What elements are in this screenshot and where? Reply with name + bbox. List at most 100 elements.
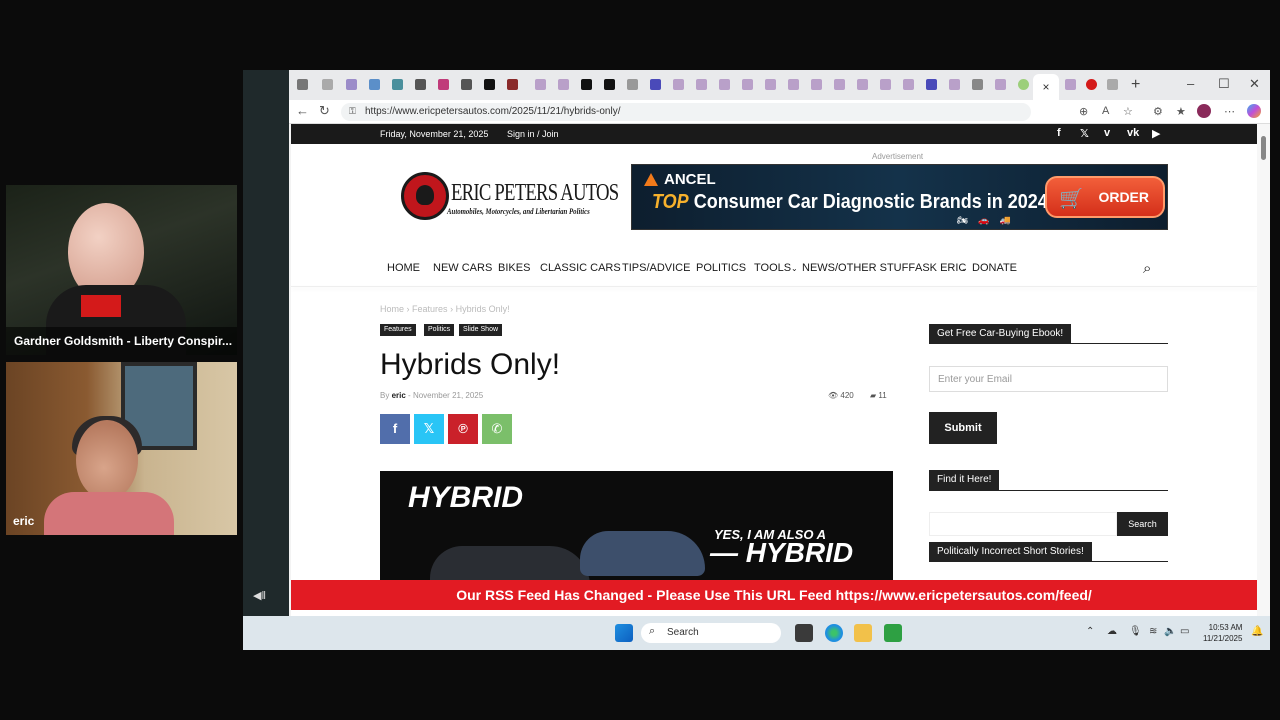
- zoom-icon[interactable]: ⊕: [1079, 105, 1088, 118]
- profile-avatar[interactable]: [1197, 104, 1211, 118]
- pinterest-share-button[interactable]: ℗: [448, 414, 478, 444]
- sign-in-link[interactable]: Sign in / Join: [507, 129, 559, 139]
- chevron-down-icon[interactable]: ⌄: [961, 264, 968, 273]
- close-window-icon[interactable]: ✕: [1249, 76, 1260, 92]
- task-view-icon[interactable]: [795, 624, 813, 642]
- facebook-share-button[interactable]: f: [380, 414, 410, 444]
- file-explorer-icon[interactable]: [854, 624, 872, 642]
- nav-tips-advice[interactable]: TIPS/ADVICE: [622, 262, 690, 274]
- category-tag-slide-show[interactable]: Slide Show: [459, 324, 503, 336]
- tab-icon[interactable]: [972, 79, 983, 90]
- rss-notice-banner[interactable]: Our RSS Feed Has Changed - Please Use Th…: [291, 580, 1257, 610]
- tab-icon[interactable]: [415, 79, 426, 90]
- maximize-icon[interactable]: ☐: [1218, 76, 1230, 92]
- x-tab-icon[interactable]: [581, 79, 592, 90]
- volume-icon[interactable]: 🔈: [1164, 626, 1176, 637]
- tab-icon[interactable]: [650, 79, 661, 90]
- author-link[interactable]: eric: [392, 391, 406, 400]
- tab-icon[interactable]: [811, 79, 822, 90]
- tab-icon[interactable]: [765, 79, 776, 90]
- vk-icon[interactable]: vk: [1127, 127, 1139, 139]
- tab-icon[interactable]: [903, 79, 914, 90]
- nav-donate[interactable]: DONATE: [972, 262, 1017, 274]
- tab-icon[interactable]: [558, 79, 569, 90]
- nav-news-other[interactable]: NEWS/OTHER STUFF: [802, 262, 915, 274]
- tab-icon[interactable]: [461, 79, 472, 90]
- windows-start-icon[interactable]: [615, 624, 633, 642]
- x-share-button[interactable]: 𝕏: [414, 414, 444, 444]
- nav-politics[interactable]: POLITICS: [696, 262, 746, 274]
- tab-icon[interactable]: [369, 79, 380, 90]
- whatsapp-share-button[interactable]: ✆: [482, 414, 512, 444]
- taskbar-search[interactable]: ⌕ Search: [641, 623, 781, 643]
- tab-icon[interactable]: [995, 79, 1006, 90]
- category-tag-features[interactable]: Features: [380, 324, 416, 336]
- battery-icon[interactable]: ▭: [1180, 626, 1189, 637]
- tab-icon[interactable]: [535, 79, 546, 90]
- vimeo-icon[interactable]: v: [1104, 127, 1110, 139]
- video-tile-gardner[interactable]: Gardner Goldsmith - Liberty Conspir...: [6, 185, 237, 355]
- copilot-icon[interactable]: [1247, 104, 1261, 118]
- favorite-icon[interactable]: ☆: [1123, 105, 1133, 118]
- video-tile-eric[interactable]: eric: [6, 362, 237, 535]
- ad-banner[interactable]: ANCEL TOP Consumer Car Diagnostic Brands…: [631, 164, 1168, 230]
- tab-icon[interactable]: [322, 79, 333, 90]
- record-tab-icon[interactable]: [1086, 79, 1097, 90]
- category-tag-politics[interactable]: Politics: [424, 324, 455, 336]
- ad-order-button[interactable]: 🛒 ORDER: [1045, 176, 1165, 218]
- nav-classic-cars[interactable]: CLASSIC CARS: [540, 262, 621, 274]
- notifications-icon[interactable]: 🔔: [1251, 626, 1263, 637]
- breadcrumb-features[interactable]: Features: [412, 304, 448, 314]
- extensions-icon[interactable]: ⚙: [1153, 105, 1163, 118]
- nav-tools[interactable]: TOOLS: [754, 262, 791, 274]
- sidebar-search-input[interactable]: [929, 512, 1117, 536]
- tab-icon[interactable]: [719, 79, 730, 90]
- comments-count[interactable]: 11: [878, 391, 886, 400]
- more-icon[interactable]: ⋯: [1224, 105, 1235, 118]
- url-field[interactable]: ⚿ https://www.ericpetersautos.com/2025/1…: [341, 103, 1031, 121]
- tab-icon[interactable]: [1018, 79, 1029, 90]
- new-tab-icon[interactable]: +: [1131, 76, 1140, 94]
- x-tab-icon[interactable]: [627, 79, 638, 90]
- active-tab-close-icon[interactable]: ×: [1033, 74, 1059, 100]
- tab-icon[interactable]: [788, 79, 799, 90]
- tab-icon[interactable]: [507, 79, 518, 90]
- back-icon[interactable]: ←: [296, 103, 309, 118]
- nav-home[interactable]: HOME: [387, 262, 420, 274]
- x-tab-icon[interactable]: [484, 79, 495, 90]
- camtasia-icon[interactable]: [884, 624, 902, 642]
- tab-icon[interactable]: [834, 79, 845, 90]
- cloud-icon[interactable]: ☁: [1107, 626, 1117, 637]
- tab-icon[interactable]: [857, 79, 868, 90]
- facebook-icon[interactable]: f: [1057, 127, 1061, 139]
- search-icon[interactable]: ⌕: [1143, 260, 1151, 277]
- playback-icon[interactable]: ◀‖: [253, 589, 266, 602]
- comment-icon[interactable]: ▰: [870, 391, 876, 400]
- edge-icon[interactable]: [825, 624, 843, 642]
- tab-icon[interactable]: [1065, 79, 1076, 90]
- tab-icon[interactable]: [926, 79, 937, 90]
- favorites-icon[interactable]: ★: [1176, 105, 1186, 118]
- tab-icon[interactable]: [673, 79, 684, 90]
- tab-icon[interactable]: [742, 79, 753, 90]
- scrollbar-thumb[interactable]: [1261, 136, 1266, 160]
- site-logo[interactable]: ERIC PETERS AUTOS Automobiles, Motorcycl…: [401, 172, 619, 224]
- wifi-icon[interactable]: ≋: [1149, 626, 1157, 637]
- chevron-up-icon[interactable]: ⌃: [1086, 626, 1094, 637]
- tab-icon[interactable]: [1107, 79, 1118, 90]
- nav-bikes[interactable]: BIKES: [498, 262, 530, 274]
- chevron-down-icon[interactable]: ⌄: [791, 264, 798, 273]
- sidebar-search-button[interactable]: Search: [1117, 512, 1168, 536]
- tab-icon[interactable]: [949, 79, 960, 90]
- breadcrumb-home[interactable]: Home: [380, 304, 404, 314]
- page-scrollbar[interactable]: [1257, 124, 1270, 616]
- tab-icon[interactable]: [438, 79, 449, 90]
- youtube-icon[interactable]: ▶: [1152, 127, 1160, 140]
- nav-new-cars[interactable]: NEW CARS: [433, 262, 492, 274]
- minimize-icon[interactable]: –: [1187, 76, 1194, 91]
- tab-icon[interactable]: [346, 79, 357, 90]
- refresh-icon[interactable]: ↻: [319, 103, 330, 119]
- tab-icon[interactable]: [880, 79, 891, 90]
- tab-icon[interactable]: [696, 79, 707, 90]
- x-tab-icon[interactable]: [604, 79, 615, 90]
